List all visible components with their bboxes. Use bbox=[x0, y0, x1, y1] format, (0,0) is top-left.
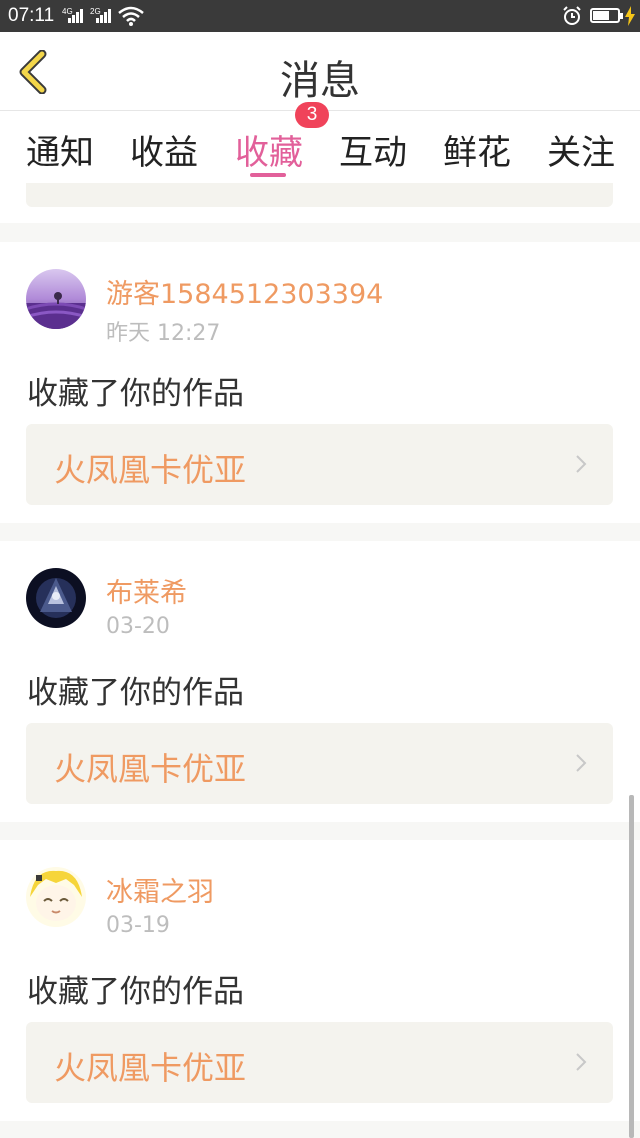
list-item: 游客1584512303394 昨天 12:27 收藏了你的作品 火凤凰卡优亚 bbox=[0, 242, 640, 523]
work-link[interactable]: 火凤凰卡优亚 bbox=[26, 424, 613, 505]
previous-item-partial bbox=[0, 183, 640, 223]
status-bar: 07:11 4G 2G bbox=[0, 0, 640, 32]
work-title: 火凤凰卡优亚 bbox=[54, 451, 247, 489]
wifi-icon bbox=[118, 6, 144, 26]
avatar[interactable] bbox=[26, 568, 86, 628]
alarm-icon bbox=[563, 6, 581, 25]
battery-icon bbox=[590, 8, 623, 23]
timestamp: 03-20 bbox=[106, 614, 170, 639]
timestamp: 昨天 12:27 bbox=[106, 321, 221, 346]
tab-notifications[interactable]: 通知 bbox=[26, 125, 94, 174]
activity-text: 收藏了你的作品 bbox=[27, 675, 244, 711]
avatar[interactable] bbox=[26, 867, 86, 927]
tab-follows[interactable]: 关注 bbox=[547, 125, 615, 174]
status-time: 07:11 bbox=[8, 5, 55, 26]
top-bar: 消息 bbox=[0, 32, 640, 111]
work-title: 火凤凰卡优亚 bbox=[54, 750, 247, 788]
work-link[interactable]: 火凤凰卡优亚 bbox=[26, 1022, 613, 1103]
timestamp: 03-19 bbox=[106, 913, 170, 938]
list-item: 冰霜之羽 03-19 收藏了你的作品 火凤凰卡优亚 bbox=[0, 840, 640, 1121]
signal-icon-2 bbox=[96, 7, 114, 23]
username[interactable]: 冰霜之羽 bbox=[106, 870, 214, 909]
work-title: 火凤凰卡优亚 bbox=[54, 1049, 247, 1087]
tab-interactions[interactable]: 互动 bbox=[339, 125, 407, 174]
tab-badge: 3 bbox=[295, 102, 329, 128]
chevron-right-icon bbox=[576, 1053, 587, 1071]
activity-text: 收藏了你的作品 bbox=[27, 376, 244, 412]
chevron-right-icon bbox=[576, 754, 587, 772]
tab-earnings[interactable]: 收益 bbox=[130, 125, 198, 174]
work-link[interactable]: 火凤凰卡优亚 bbox=[26, 723, 613, 804]
chevron-right-icon bbox=[576, 455, 587, 473]
list-item: 布莱希 03-20 收藏了你的作品 火凤凰卡优亚 bbox=[0, 541, 640, 822]
signal-icon bbox=[68, 7, 86, 23]
charging-icon bbox=[625, 6, 635, 26]
activity-text: 收藏了你的作品 bbox=[27, 974, 244, 1010]
scrollbar[interactable] bbox=[629, 795, 634, 1138]
avatar[interactable] bbox=[26, 269, 86, 329]
username[interactable]: 游客1584512303394 bbox=[106, 272, 383, 311]
tab-favorites[interactable]: 收藏 bbox=[235, 125, 303, 174]
page-title: 消息 bbox=[280, 58, 360, 104]
active-tab-indicator bbox=[250, 173, 286, 177]
tab-flowers[interactable]: 鲜花 bbox=[443, 125, 511, 174]
username[interactable]: 布莱希 bbox=[106, 571, 187, 610]
